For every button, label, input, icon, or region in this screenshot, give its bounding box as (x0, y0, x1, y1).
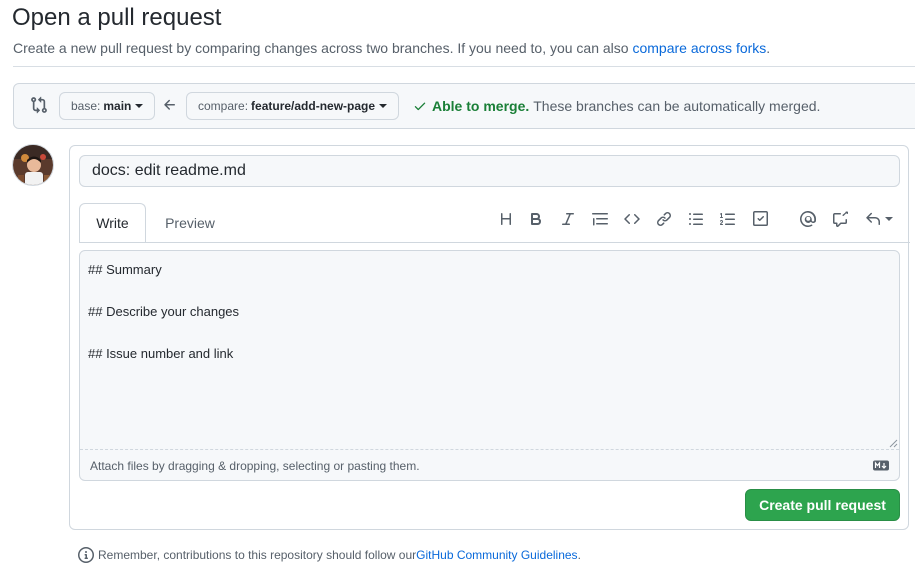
pull-request-form: Write Preview (69, 145, 910, 530)
resize-handle-icon[interactable] (889, 439, 898, 448)
compare-across-forks-link[interactable]: compare across forks (632, 40, 766, 56)
base-prefix: base: (71, 99, 101, 113)
reply-icon (866, 212, 880, 225)
mention-button[interactable] (796, 207, 820, 231)
mention-icon (800, 211, 816, 227)
chevron-down-icon (379, 104, 388, 108)
merge-ok-label: Able to merge. (432, 98, 530, 114)
comment-body-field[interactable]: ## Summary ## Describe your changes ## I… (79, 250, 900, 481)
git-compare-icon (31, 96, 47, 114)
task-list-icon (753, 211, 768, 226)
unordered-list-icon (689, 213, 703, 225)
divider (13, 66, 915, 67)
compare-branch-name: feature/add-new-page (251, 99, 376, 113)
file-attachment-bar[interactable]: Attach files by dragging & dropping, sel… (80, 449, 899, 480)
quote-button[interactable] (588, 207, 612, 231)
base-branch-select[interactable]: base: main (59, 92, 156, 120)
bold-icon (531, 213, 542, 225)
title-input[interactable] (79, 155, 900, 187)
quote-icon (592, 213, 608, 226)
chevron-down-icon (885, 217, 893, 221)
tab-write[interactable]: Write (79, 203, 146, 243)
link-icon (656, 211, 672, 227)
reply-button[interactable] (862, 207, 896, 231)
ordered-list-icon (720, 213, 735, 225)
arrow-left-icon (164, 99, 175, 110)
guidelines-end: . (577, 548, 581, 562)
merge-status: Able to merge. These branches can be aut… (413, 98, 820, 114)
community-guidelines-link[interactable]: GitHub Community Guidelines (416, 548, 577, 562)
code-button[interactable] (620, 207, 644, 231)
guidelines-note: Remember, contributions to this reposito… (78, 547, 581, 563)
branch-range-bar: base: main compare: feature/add-new-page A… (13, 83, 915, 129)
compare-prefix: compare: (198, 99, 249, 113)
ordered-list-button[interactable] (716, 207, 740, 231)
base-branch-name: main (103, 99, 132, 113)
link-button[interactable] (652, 207, 676, 231)
heading-button[interactable] (494, 207, 518, 231)
compare-branch-select[interactable]: compare: feature/add-new-page (186, 92, 400, 120)
chevron-down-icon (135, 104, 144, 108)
code-icon (624, 213, 640, 225)
tab-preview[interactable]: Preview (156, 203, 224, 243)
italic-icon (562, 213, 574, 225)
italic-button[interactable] (556, 207, 580, 231)
create-pull-request-button[interactable]: Create pull request (745, 489, 900, 521)
task-list-button[interactable] (748, 207, 772, 231)
unordered-list-button[interactable] (684, 207, 708, 231)
merge-status-text: These branches can be automatically merg… (533, 98, 821, 114)
reference-button[interactable] (828, 207, 852, 231)
comment-body-text[interactable]: ## Summary ## Describe your changes ## I… (88, 259, 239, 364)
user-avatar-image (13, 145, 53, 185)
info-icon (78, 547, 94, 563)
guidelines-text: Remember, contributions to this reposito… (98, 548, 417, 562)
tabs-divider (79, 242, 910, 243)
avatar[interactable] (12, 144, 54, 186)
subtitle-text: Create a new pull request by comparing c… (13, 40, 633, 56)
page-subtitle: Create a new pull request by comparing c… (13, 40, 770, 56)
check-icon (414, 102, 426, 111)
page-title: Open a pull request (12, 4, 222, 31)
reference-icon (833, 211, 848, 227)
subtitle-end: . (766, 40, 771, 56)
heading-icon (501, 213, 511, 225)
bold-button[interactable] (524, 207, 548, 231)
attach-hint: Attach files by dragging & dropping, sel… (90, 459, 420, 473)
markdown-icon (873, 460, 889, 471)
